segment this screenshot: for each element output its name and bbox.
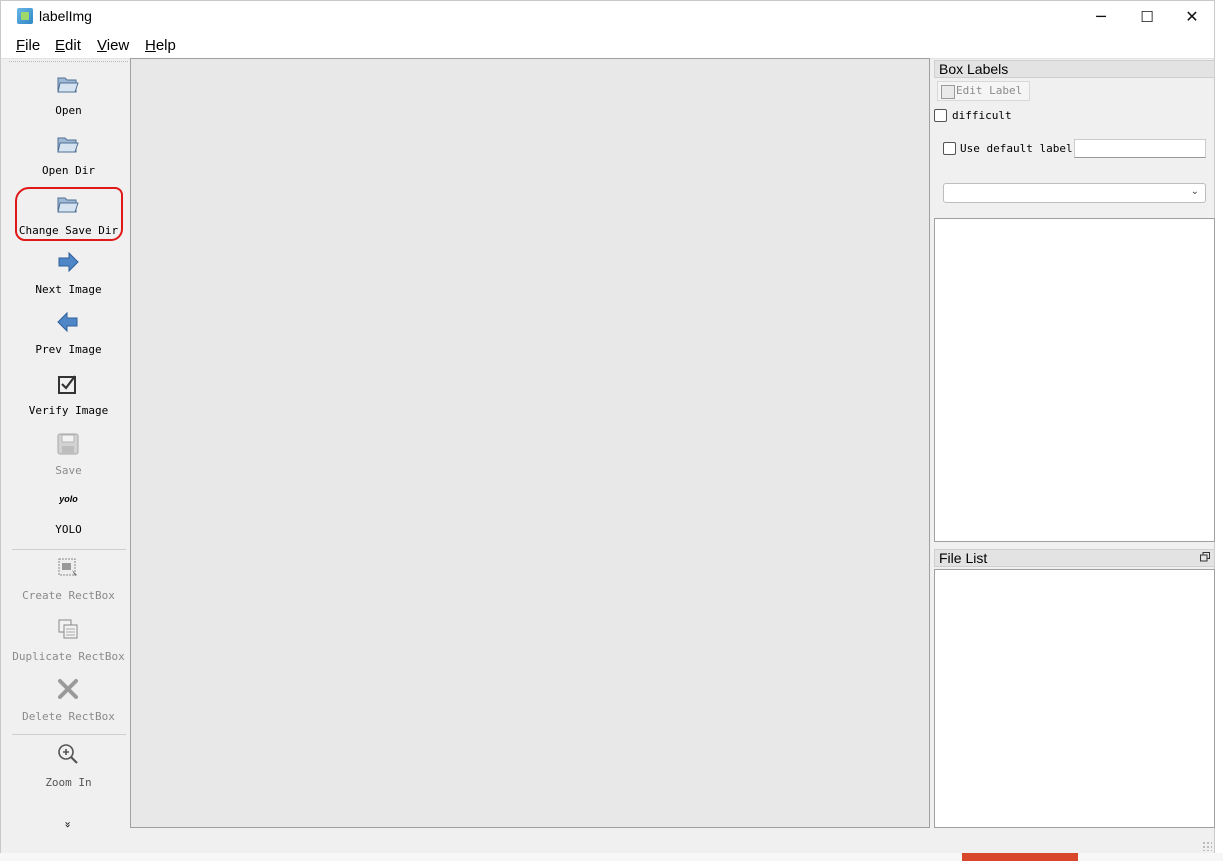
floppy-disk-icon (57, 433, 79, 455)
edit-label-button[interactable]: Edit Label (937, 81, 1030, 101)
zoom-in-button[interactable]: Zoom In (9, 740, 128, 796)
delete-rectbox-button[interactable]: Delete RectBox (9, 674, 128, 730)
create-rectbox-button[interactable]: Create RectBox (9, 553, 128, 609)
toolbar-separator (12, 734, 126, 735)
yolo-format-button[interactable]: yolo YOLO (9, 488, 128, 544)
close-button[interactable]: ✕ (1169, 1, 1215, 32)
create-rectbox-icon (58, 558, 77, 576)
tool-bar: Open Open Dir Change Save Dir Next Image (9, 61, 128, 830)
prev-image-button[interactable]: Prev Image (9, 308, 128, 364)
open-button[interactable]: Open (9, 68, 128, 124)
default-label-input[interactable] (1074, 139, 1206, 158)
image-canvas[interactable] (130, 58, 930, 828)
background-app-edge (1215, 0, 1223, 853)
box-labels-title: Box Labels (934, 60, 1215, 78)
use-default-label-label: Use default label (960, 142, 1073, 155)
edit-pencil-icon (941, 85, 955, 99)
file-list[interactable] (934, 569, 1215, 828)
menu-bar: File Edit View Help (1, 32, 1214, 59)
toolbar-separator (12, 549, 126, 550)
save-button[interactable]: Save (9, 428, 128, 484)
folder-open-icon (57, 137, 79, 153)
status-bar (1, 829, 1214, 853)
difficult-checkbox[interactable] (934, 109, 947, 122)
file-list-title: File List (934, 549, 1215, 567)
delete-x-icon (58, 679, 78, 699)
menu-edit[interactable]: Edit (55, 37, 81, 54)
labelimg-window: labelImg ─ ☐ ✕ File Edit View Help Open … (0, 0, 1215, 853)
next-image-button[interactable]: Next Image (9, 248, 128, 304)
background-app-button (962, 853, 1078, 861)
checkbox-checked-icon (58, 375, 76, 394)
verify-image-button[interactable]: Verify Image (9, 368, 128, 424)
menu-view[interactable]: View (97, 37, 129, 54)
duplicate-icon (58, 619, 78, 639)
title-bar: labelImg ─ ☐ ✕ (1, 1, 1214, 32)
arrow-left-icon (57, 311, 78, 333)
arrow-right-icon (58, 251, 79, 273)
open-dir-button[interactable]: Open Dir (9, 128, 128, 184)
window-title: labelImg (39, 8, 92, 24)
menu-file[interactable]: File (16, 37, 40, 54)
dock-float-icon[interactable] (1200, 552, 1210, 562)
folder-open-icon (57, 77, 79, 93)
zoom-in-icon (58, 744, 78, 764)
duplicate-rectbox-button[interactable]: Duplicate RectBox (9, 614, 128, 670)
app-icon (17, 8, 33, 24)
difficult-label: difficult (952, 109, 1012, 122)
yolo-icon: yolo (59, 494, 78, 504)
size-grip-icon[interactable] (1202, 841, 1212, 851)
minimize-button[interactable]: ─ (1078, 1, 1124, 32)
chevron-down-icon: ⌄ (1190, 186, 1199, 197)
red-annotation-circle (15, 187, 123, 241)
chevron-down-icon: » (61, 821, 75, 828)
menu-help[interactable]: Help (145, 37, 176, 54)
use-default-label-checkbox[interactable] (943, 142, 956, 155)
label-list[interactable] (934, 218, 1215, 542)
maximize-button[interactable]: ☐ (1124, 1, 1170, 32)
label-combo-box[interactable]: ⌄ (943, 183, 1206, 203)
